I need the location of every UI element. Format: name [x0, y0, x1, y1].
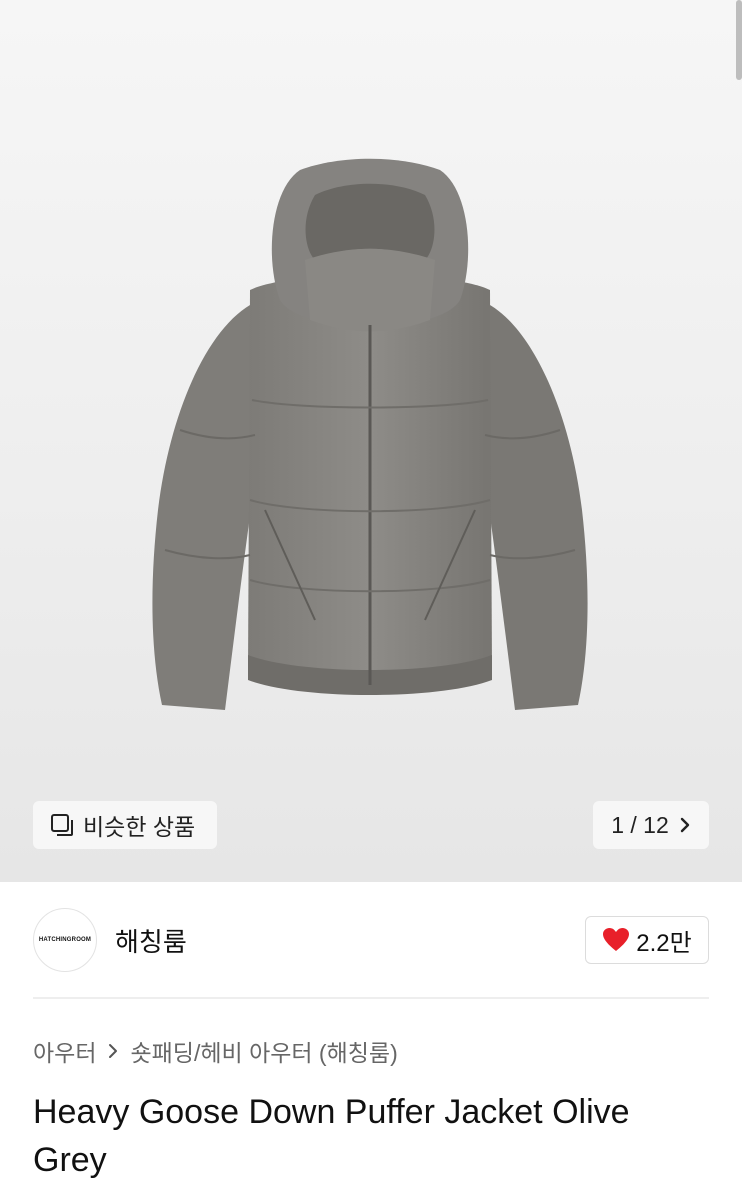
brand-logo[interactable]: HATCHINGROOM [33, 908, 97, 972]
copy-icon [49, 812, 75, 838]
brand-row: HATCHINGROOM 해칭룸 2.2만 [33, 905, 709, 975]
heart-icon [602, 927, 630, 953]
scrollbar[interactable] [736, 0, 742, 80]
brand-name[interactable]: 해칭룸 [115, 922, 187, 959]
like-count: 2.2만 [636, 929, 692, 957]
product-page: 비슷한 상품 1 / 12 HATCHINGROOM 해칭룸 2.2만 아우터 … [0, 0, 742, 1200]
breadcrumb-category[interactable]: 아우터 [33, 1034, 96, 1068]
chevron-right-icon [679, 816, 691, 834]
product-image [152, 158, 588, 710]
divider [33, 997, 709, 999]
breadcrumb: 아우터 숏패딩/헤비 아우터 (해칭룸) [33, 1034, 398, 1068]
similar-products-label: 비슷한 상품 [83, 814, 196, 840]
chevron-right-icon [108, 1043, 118, 1059]
brand-logo-text: HATCHINGROOM [38, 937, 92, 943]
image-counter: 1 / 12 [611, 811, 669, 838]
like-button[interactable]: 2.2만 [585, 916, 709, 964]
product-title: Heavy Goose Down Puffer Jacket Olive Gre… [33, 1093, 630, 1179]
similar-products-button[interactable]: 비슷한 상품 [33, 801, 217, 849]
product-image-gallery[interactable]: 비슷한 상품 1 / 12 [0, 0, 742, 882]
breadcrumb-subcategory[interactable]: 숏패딩/헤비 아우터 (해칭룸) [130, 1034, 397, 1068]
image-counter-button[interactable]: 1 / 12 [593, 801, 709, 849]
